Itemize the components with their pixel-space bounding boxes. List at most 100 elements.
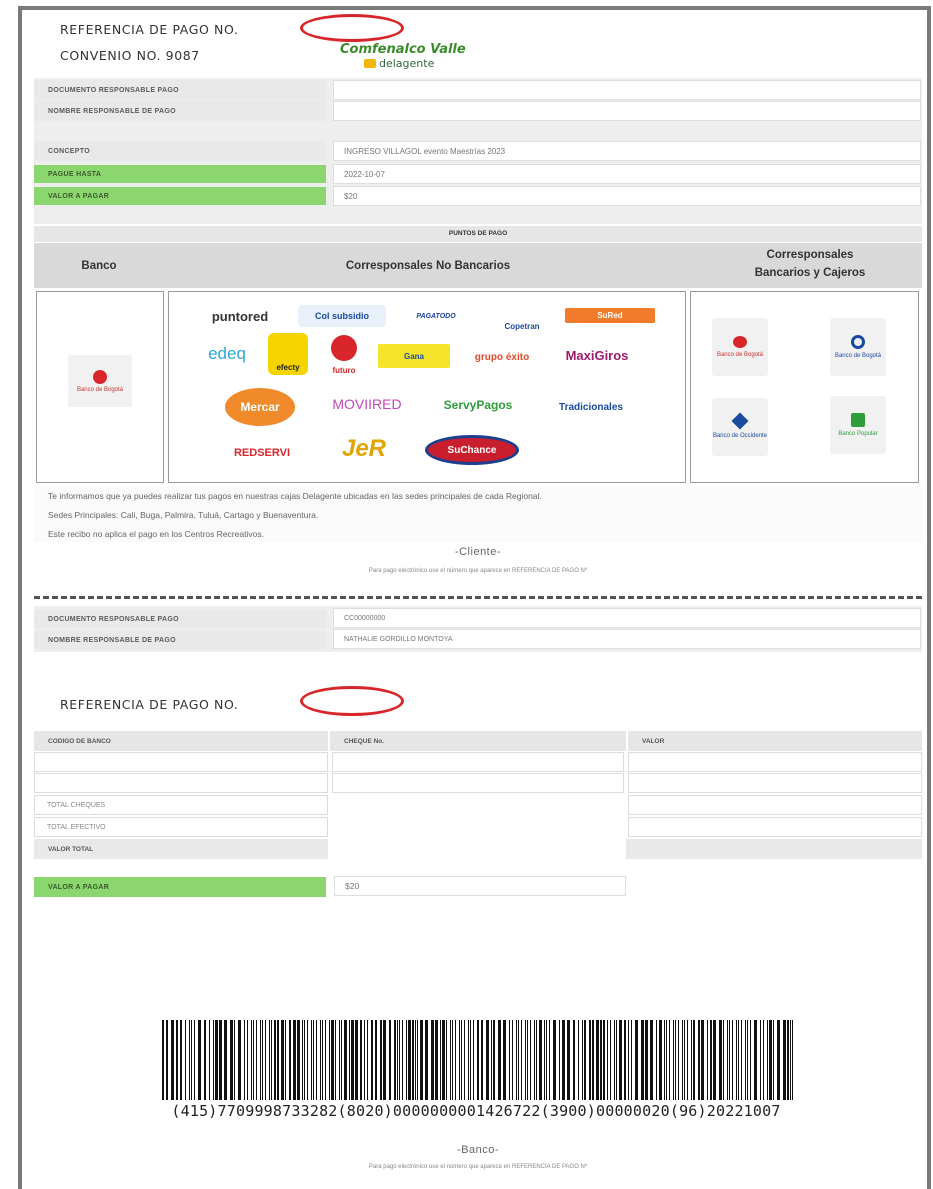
barcode-bar [736, 1020, 737, 1100]
barcode-bar [516, 1020, 517, 1100]
barcode-bar [446, 1020, 447, 1100]
barcode-bar [269, 1020, 270, 1100]
barcode-bar [691, 1020, 692, 1100]
barcode-bar [281, 1020, 284, 1100]
brand-logo: Comfenalco Valle delagente [340, 42, 480, 82]
brand-name: Comfenalco Valle [340, 42, 466, 57]
barcode-bar [616, 1020, 617, 1100]
barcode-bar [247, 1020, 248, 1100]
barcode-bar [645, 1020, 648, 1100]
barcode-bar [486, 1020, 489, 1100]
mercar-logo: Mercar [225, 388, 295, 426]
total-cheques-value[interactable] [628, 795, 922, 815]
barcode-bar [767, 1020, 768, 1100]
barcode-bar [723, 1020, 724, 1100]
valor-cell-1[interactable] [628, 752, 922, 772]
barcode-bar [470, 1020, 471, 1100]
barcode-bar [251, 1020, 252, 1100]
barcode-bar [481, 1020, 483, 1100]
barcode-bar [760, 1020, 761, 1100]
barcode-bar [534, 1020, 535, 1100]
barcode-bar [600, 1020, 602, 1100]
barcode-bar [367, 1020, 368, 1100]
barcode-bar [230, 1020, 233, 1100]
barcode-bar [745, 1020, 746, 1100]
cheque-cell-1[interactable] [332, 752, 624, 772]
barcode-bar [244, 1020, 245, 1100]
efecty-logo: efecty [268, 333, 308, 375]
pagatodo-logo: PAGATODO [416, 312, 456, 320]
barcode-bar [271, 1020, 272, 1100]
barcode-bar [442, 1020, 445, 1100]
barcode-bar [659, 1020, 662, 1100]
barcode-bar [171, 1020, 174, 1100]
barcode-text: (415)7709998733282(8020)0000000001426722… [171, 1102, 781, 1120]
barcode-bar [792, 1020, 793, 1100]
movired-logo: MOVIIRED [332, 396, 402, 412]
col-corresponsales-title: Corresponsales No Bancarios [345, 259, 511, 272]
valor-cell-2[interactable] [628, 773, 922, 793]
barcode-bar [559, 1020, 560, 1100]
redacted-reference-oval [300, 14, 404, 42]
cut-line [34, 596, 922, 599]
barcode-bar [582, 1020, 583, 1100]
copetran-logo: Copetran [504, 322, 540, 331]
barcode-bar [678, 1020, 679, 1100]
cliente-note: Para pago electrónico use el número que … [368, 568, 588, 574]
codigo-cell-1[interactable] [34, 752, 328, 772]
barcode-bar [641, 1020, 644, 1100]
cheque-cell-2[interactable] [332, 773, 624, 793]
barcode-bar [397, 1020, 398, 1100]
barcode-bar [452, 1020, 453, 1100]
nombre-label: NOMBRE RESPONSABLE DE PAGO [34, 101, 326, 121]
barcode-bar [375, 1020, 377, 1100]
barcode-bar [344, 1020, 347, 1100]
puntos-title: PUNTOS DE PAGO [34, 226, 922, 242]
valor-pagar-value: $20 [333, 186, 921, 206]
valor-pagar-label: VALOR A PAGAR [34, 187, 326, 205]
total-efectivo-value[interactable] [628, 817, 922, 837]
cajero-tile-2: Banco de Bogotá [830, 318, 886, 376]
banco-tile-label: Banco de Bogotá [76, 386, 124, 393]
info-line-3: Este recibo no aplica el pago en los Cen… [48, 529, 264, 539]
barcode-bar [313, 1020, 314, 1100]
barcode-bar [592, 1020, 594, 1100]
barcode-bar [546, 1020, 547, 1100]
barcode-bar [491, 1020, 492, 1100]
barcode-bar [512, 1020, 513, 1100]
cliente-label: -Cliente- [454, 546, 502, 558]
barcode-bar [355, 1020, 358, 1100]
barcode-bar [589, 1020, 591, 1100]
barcode-bar [420, 1020, 423, 1100]
barcode-bar [553, 1020, 556, 1100]
barcode-bar [224, 1020, 227, 1100]
barcode-bar [360, 1020, 362, 1100]
edeq-logo: edeq [208, 344, 246, 363]
cajero-label-1: Banco de Bogotá [716, 352, 764, 358]
barcode-bar [191, 1020, 192, 1100]
barcode-bar [304, 1020, 305, 1100]
barcode-bar [666, 1020, 667, 1100]
barcode-bar [440, 1020, 441, 1100]
barcode-bar [747, 1020, 748, 1100]
barcode-bar [399, 1020, 400, 1100]
barcode-bar [656, 1020, 657, 1100]
bottom-documento-label: DOCUMENTO RESPONSABLE PAGO [34, 610, 326, 628]
convenio-title: CONVENIO NO. 9087 [60, 48, 200, 63]
barcode-bar [664, 1020, 665, 1100]
valor-pagar-value-2: $20 [334, 876, 626, 896]
barcode-bar [277, 1020, 279, 1100]
barcode-bar [256, 1020, 257, 1100]
barcode-bar [459, 1020, 460, 1100]
barcode-bar [727, 1020, 728, 1100]
barcode-bar [635, 1020, 638, 1100]
barcode-bar [787, 1020, 789, 1100]
valor-total-label: VALOR TOTAL [34, 839, 328, 859]
barcode-bar [498, 1020, 501, 1100]
concepto-value: INGRESO VILLAGOL evento Maestrías 2023 [333, 141, 921, 161]
codigo-cell-2[interactable] [34, 773, 328, 793]
banco-label: -Banco- [456, 1144, 500, 1156]
barcode-bar [215, 1020, 218, 1100]
barcode-bar [614, 1020, 615, 1100]
barcode-bar [302, 1020, 303, 1100]
